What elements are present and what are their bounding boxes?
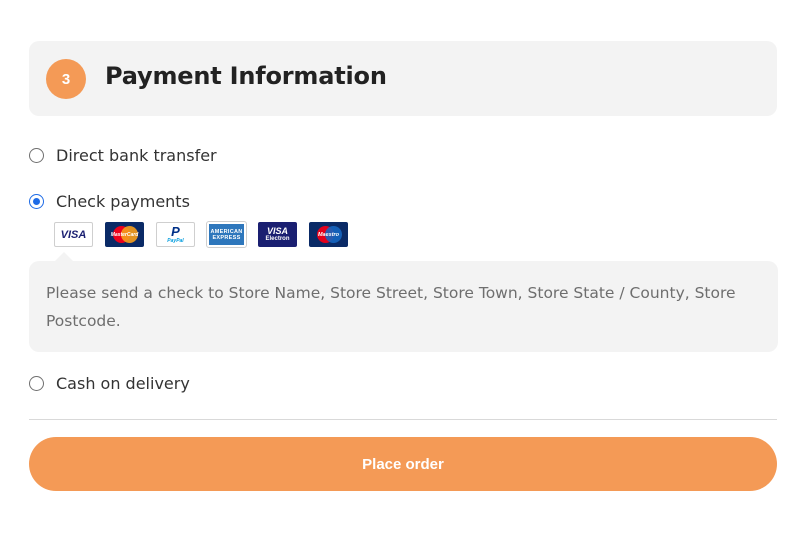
visa-electron-logo: VISA Electron <box>258 222 297 247</box>
check-payment-instructions: Please send a check to Store Name, Store… <box>46 284 736 330</box>
payment-option-bank-transfer[interactable]: Direct bank transfer <box>29 146 217 165</box>
cash-on-delivery-label: Cash on delivery <box>56 374 190 393</box>
cash-on-delivery-radio[interactable] <box>29 376 44 391</box>
payment-section-header: 3 Payment Information <box>29 41 777 116</box>
place-order-button[interactable]: Place order <box>29 437 777 491</box>
check-payment-description: Please send a check to Store Name, Store… <box>29 261 778 352</box>
step-number-badge: 3 <box>46 59 86 99</box>
check-payments-label: Check payments <box>56 192 190 211</box>
maestro-logo: Maestro <box>309 222 348 247</box>
paypal-logo-text: PayPal <box>167 237 184 244</box>
payment-option-cash-on-delivery[interactable]: Cash on delivery <box>29 374 190 393</box>
visa-logo-text: VISA <box>60 228 87 241</box>
divider <box>29 419 777 420</box>
bank-transfer-label: Direct bank transfer <box>56 146 217 165</box>
american-express-logo: AMERICAN EXPRESS <box>206 221 247 248</box>
mastercard-logo: MasterCard <box>105 222 144 247</box>
mastercard-logo-text: MasterCard <box>110 231 139 238</box>
visa-logo: VISA <box>54 222 93 247</box>
maestro-logo-text: Maestro <box>317 231 340 238</box>
amex-line2: EXPRESS <box>212 234 241 241</box>
paypal-mark: P <box>171 223 180 239</box>
accepted-cards: VISA MasterCard P PayPal AMERICAN EXPRES… <box>54 221 348 248</box>
visa-electron-mark: VISA <box>266 226 288 236</box>
paypal-logo: P PayPal <box>156 222 195 247</box>
section-title: Payment Information <box>105 62 387 90</box>
visa-electron-text: Electron <box>265 236 290 242</box>
bank-transfer-radio[interactable] <box>29 148 44 163</box>
check-payments-radio[interactable] <box>29 194 44 209</box>
payment-option-check[interactable]: Check payments <box>29 192 190 211</box>
